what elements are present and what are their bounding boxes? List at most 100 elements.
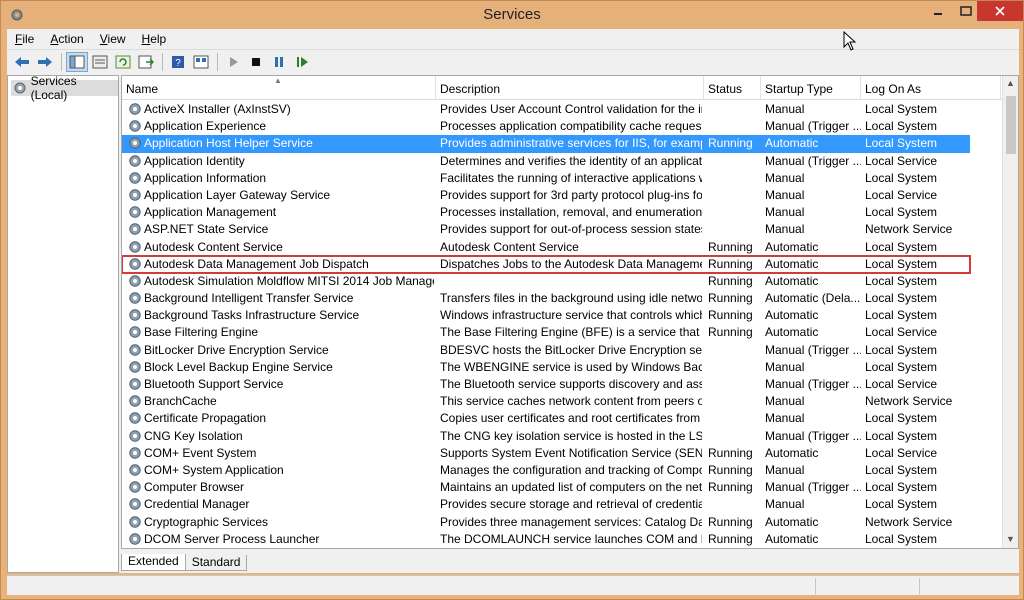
- service-log-on-as: Local System: [865, 308, 938, 323]
- service-status: Running: [708, 291, 753, 306]
- column-header-name[interactable]: Name: [122, 76, 436, 100]
- table-row[interactable]: Autodesk Data Management Job Dispatch Dis…: [122, 254, 971, 274]
- tab-standard[interactable]: Standard: [184, 555, 248, 571]
- pause-service-button[interactable]: [268, 52, 290, 72]
- service-name: Background Tasks Infrastructure Service: [144, 308, 360, 323]
- toolbar-separator: [61, 52, 62, 71]
- service-status: Running: [708, 480, 753, 495]
- export-list-button[interactable]: [135, 52, 157, 72]
- refresh-icon: [115, 55, 131, 68]
- minimize-button[interactable]: [923, 1, 953, 21]
- column-header-status[interactable]: Status: [704, 76, 761, 100]
- service-gear-icon: [129, 447, 141, 459]
- stop-service-button[interactable]: [245, 52, 267, 72]
- menu-file[interactable]: File: [7, 32, 42, 46]
- table-row[interactable]: Cryptographic Services Provides three man…: [122, 514, 970, 531]
- table-row[interactable]: Application Experience Processes applicat…: [122, 118, 970, 135]
- scrollbar-thumb[interactable]: [1006, 96, 1016, 154]
- menu-action[interactable]: Action: [42, 32, 91, 46]
- table-row[interactable]: Certificate Propagation Copies user certi…: [122, 410, 970, 427]
- table-row[interactable]: DCOM Server Process Launcher The DCOMLAUN…: [122, 531, 970, 548]
- vertical-scrollbar[interactable]: ▲ ▼: [1002, 76, 1018, 548]
- service-description: Provides three management services: Cata…: [440, 514, 702, 529]
- service-gear-icon: [129, 326, 141, 339]
- scroll-up-icon[interactable]: ▲: [1006, 78, 1015, 88]
- table-row[interactable]: Bluetooth Support Service The Bluetooth s…: [122, 376, 970, 393]
- help-button[interactable]: ?: [167, 52, 189, 72]
- service-description: Copies user certificates and root certif…: [440, 411, 702, 426]
- properties-pane-button[interactable]: [89, 52, 111, 72]
- service-startup-type: Manual (Trigger ...: [765, 377, 861, 391]
- service-name: ASP.NET State Service: [144, 222, 269, 237]
- service-log-on-as: Local Service: [865, 325, 938, 340]
- service-description: Autodesk Content Service: [440, 239, 579, 254]
- service-name: COM+ Event System: [144, 445, 257, 460]
- service-startup-type: Automatic: [765, 308, 819, 323]
- menu-view[interactable]: View: [92, 32, 134, 46]
- service-status: Running: [708, 462, 753, 477]
- table-row[interactable]: BitLocker Drive Encryption Service BDESVC…: [122, 342, 970, 359]
- main-content: Services (Local) ▲ Name Description Stat…: [7, 73, 1019, 573]
- console-tree-icon: [69, 55, 85, 68]
- mmc-view-button[interactable]: [190, 52, 212, 72]
- service-gear-icon: [129, 275, 141, 287]
- table-row[interactable]: Base Filtering Engine The Base Filtering …: [122, 324, 970, 341]
- service-startup-type: Manual: [765, 462, 805, 477]
- service-log-on-as: Local Service: [865, 377, 938, 391]
- show-hide-console-tree-button[interactable]: [66, 51, 88, 72]
- service-name: DCOM Server Process Launcher: [144, 531, 320, 546]
- service-startup-type: Manual (Trigger ...: [765, 480, 861, 495]
- toolbar: ?: [7, 49, 1019, 73]
- table-row[interactable]: Application Identity Determines and verif…: [122, 153, 970, 170]
- table-row[interactable]: Application Host Helper Service Provides …: [122, 135, 970, 153]
- service-log-on-as: Local System: [865, 342, 938, 357]
- service-gear-icon: [129, 395, 141, 407]
- service-log-on-as: Local System: [865, 170, 938, 185]
- close-button[interactable]: [977, 1, 1023, 21]
- table-row[interactable]: Application Information Facilitates the r…: [122, 170, 970, 187]
- table-row[interactable]: Background Intelligent Transfer Service T…: [122, 290, 970, 307]
- table-row[interactable]: Credential Manager Provides secure storag…: [122, 496, 970, 513]
- service-log-on-as: Local System: [865, 531, 938, 546]
- table-row[interactable]: Background Tasks Infrastructure Service W…: [122, 307, 970, 324]
- service-description: Provides administrative services for IIS…: [440, 136, 702, 151]
- table-row[interactable]: Computer Browser Maintains an updated lis…: [122, 479, 970, 496]
- refresh-button[interactable]: [112, 52, 134, 72]
- service-description: The CNG key isolation service is hosted …: [440, 428, 702, 443]
- table-row[interactable]: ActiveX Installer (AxInstSV) Provides Use…: [122, 101, 970, 118]
- service-description: The DCOMLAUNCH service launches COM and …: [440, 531, 702, 546]
- scroll-down-icon[interactable]: ▼: [1006, 534, 1015, 544]
- table-row[interactable]: Block Level Backup Engine Service The WBE…: [122, 359, 970, 376]
- table-row[interactable]: ASP.NET State Service Provides support fo…: [122, 221, 970, 238]
- table-row[interactable]: Application Layer Gateway Service Provide…: [122, 187, 970, 204]
- column-header-log-on-as[interactable]: Log On As: [861, 76, 1001, 100]
- title-bar[interactable]: Services: [1, 1, 1023, 29]
- tab-extended[interactable]: Extended: [121, 554, 186, 571]
- table-row[interactable]: Autodesk Simulation Moldflow MITSI 2014 …: [122, 273, 970, 290]
- service-startup-type: Manual (Trigger ...: [765, 119, 861, 134]
- tree-item-services-local[interactable]: Services (Local): [11, 74, 118, 102]
- service-gear-icon: [129, 343, 141, 356]
- table-row[interactable]: Application Management Processes installa…: [122, 204, 970, 221]
- column-header-description[interactable]: Description: [436, 76, 704, 100]
- menu-help[interactable]: Help: [134, 32, 175, 46]
- service-status: Running: [708, 273, 753, 288]
- column-header-startup-type[interactable]: Startup Type: [761, 76, 861, 100]
- table-row[interactable]: Autodesk Content Service Autodesk Content…: [122, 239, 970, 256]
- start-service-button[interactable]: [222, 52, 244, 72]
- service-description: This service caches network content from…: [440, 394, 702, 409]
- service-status: Running: [708, 445, 753, 460]
- view-icon: [193, 55, 209, 68]
- table-row[interactable]: COM+ System Application Manages the confi…: [122, 462, 970, 479]
- table-row[interactable]: CNG Key Isolation The CNG key isolation s…: [122, 428, 970, 445]
- service-name: BitLocker Drive Encryption Service: [144, 342, 329, 357]
- close-icon: [995, 6, 1005, 16]
- service-description: Processes application compatibility cach…: [440, 119, 702, 134]
- console-tree: Services (Local): [7, 74, 119, 573]
- service-startup-type: Automatic: [765, 514, 819, 529]
- back-button[interactable]: [11, 52, 33, 72]
- forward-button[interactable]: [34, 52, 56, 72]
- table-row[interactable]: BranchCache This service caches network c…: [122, 393, 970, 410]
- table-row[interactable]: COM+ Event System Supports System Event N…: [122, 445, 970, 462]
- restart-service-button[interactable]: [291, 52, 313, 72]
